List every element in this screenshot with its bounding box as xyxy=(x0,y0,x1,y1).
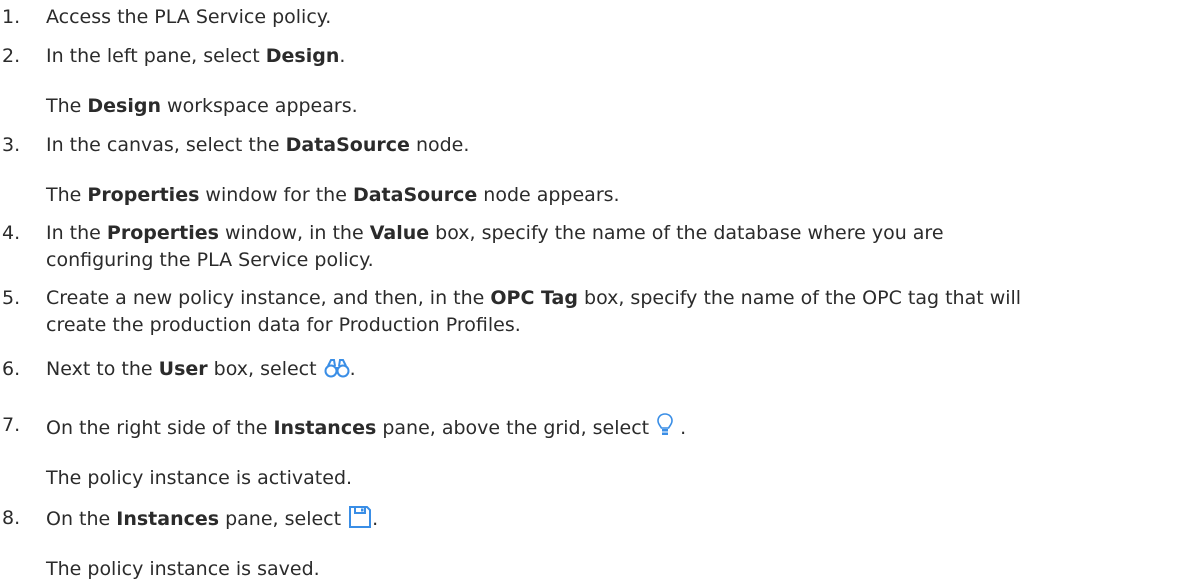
step-2-result: The Design workspace appears. xyxy=(46,95,358,117)
ui-term-instances: Instances xyxy=(273,417,377,439)
ui-term-design: Design xyxy=(87,95,161,117)
step-text: Access the PLA Service policy. xyxy=(46,4,1166,31)
ui-term-datasource: DataSource xyxy=(285,134,410,156)
step-number: 6. xyxy=(2,358,21,380)
ui-term-instances: Instances xyxy=(116,508,220,530)
step-8-result: The policy instance is saved. xyxy=(46,558,320,580)
step-number: 7. xyxy=(2,414,21,436)
step-text: In the Properties window, in the Value b… xyxy=(46,222,944,271)
ui-term-user: User xyxy=(158,358,208,380)
step-number: 3. xyxy=(2,134,21,156)
binoculars-icon xyxy=(324,357,350,387)
step-text: In the left pane, select Design. xyxy=(46,43,1166,70)
ui-term-properties: Properties xyxy=(87,184,200,206)
step-number: 8. xyxy=(2,507,21,529)
ui-term-datasource: DataSource xyxy=(352,184,478,206)
step-text: On the right side of the Instances pane,… xyxy=(46,412,1166,446)
step-3-result: The Properties window for the DataSource… xyxy=(46,184,620,206)
step-number: 4. xyxy=(2,222,21,244)
step-7-result: The policy instance is activated. xyxy=(46,467,353,489)
step-text-part: Access the PLA Service policy. xyxy=(46,6,332,28)
step-number: 1. xyxy=(2,6,21,28)
ui-term-opc-tag: OPC Tag xyxy=(490,287,578,309)
ui-term-properties: Properties xyxy=(106,222,219,244)
step-text: In the canvas, select the DataSource nod… xyxy=(46,134,470,156)
lightbulb-icon xyxy=(656,412,674,446)
step-text: Create a new policy instance, and then, … xyxy=(46,287,1022,336)
ui-term-design: Design xyxy=(265,45,340,67)
step-text: On the Instances pane, select . xyxy=(46,505,1166,537)
step-number: 2. xyxy=(2,45,21,67)
step-number: 5. xyxy=(2,287,21,309)
save-icon xyxy=(348,505,372,537)
step-text-part: In the left pane, select xyxy=(46,45,266,67)
step-text-part: . xyxy=(339,45,346,67)
step-text: Next to the User box, select . xyxy=(46,356,1166,387)
ui-term-value: Value xyxy=(369,222,430,244)
